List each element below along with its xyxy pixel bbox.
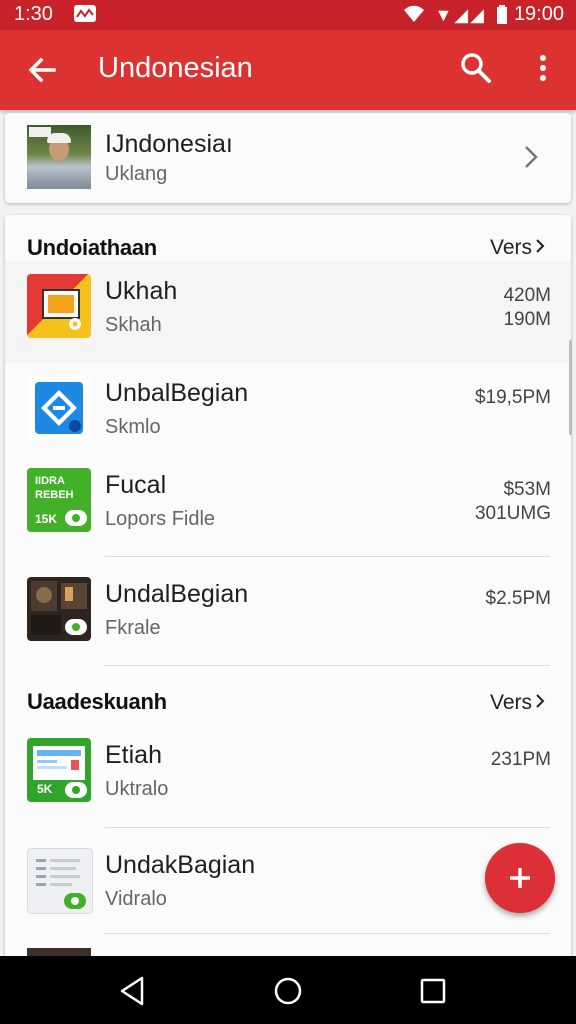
profile-card[interactable]: IJndonesiaı Uklang	[5, 113, 571, 203]
list-item[interactable]: Ukhah Skhah 420M 190M	[5, 261, 571, 363]
search-icon[interactable]	[458, 50, 494, 86]
wifi-icon	[404, 5, 424, 23]
icon-badge: 5K	[37, 782, 53, 796]
nav-recents-icon[interactable]	[416, 974, 450, 1008]
divider	[105, 556, 550, 557]
page-title: Undonesian	[98, 52, 253, 84]
item-subtitle: Fkrale	[105, 617, 161, 639]
item-title: Ukhah	[105, 277, 178, 305]
section-link-label: Vers	[490, 691, 533, 714]
dark-photo-icon	[27, 577, 91, 641]
chevron-right-icon	[536, 239, 545, 253]
app-bar: Undonesian	[0, 30, 576, 110]
section-see-all-link[interactable]: Vers	[490, 691, 545, 715]
nav-back-icon[interactable]	[116, 974, 150, 1008]
list-item[interactable]: IIDRA REBEH 15K Fucal Lopors Fidle $53M …	[5, 455, 571, 557]
item-title: Fucal	[105, 471, 167, 499]
item-title: Etiah	[105, 741, 162, 769]
green-stream-icon: IIDRA REBEH 15K	[27, 468, 91, 532]
divider	[105, 933, 550, 934]
item-title: UndalBegian	[105, 580, 249, 608]
item-subtitle: Skmlo	[105, 416, 161, 438]
scrollbar[interactable]	[569, 340, 572, 435]
green-monitor-icon: 5K	[27, 738, 91, 802]
chevron-right-icon	[536, 694, 545, 708]
list-item[interactable]: UnbalBegian Skmlo $19,5PM	[5, 363, 571, 465]
section-title: Undoiathaan	[27, 235, 157, 260]
item-price: 231PM	[490, 749, 551, 770]
item-subtitle: Lopors Fidle	[105, 508, 216, 530]
monitor-icon	[74, 5, 96, 22]
list-item[interactable]: UndalBegian Fkrale $2.5PM	[5, 564, 571, 666]
divider	[105, 665, 550, 666]
system-nav-bar	[0, 956, 576, 1024]
item-price: 420M	[503, 285, 551, 306]
section-title: Uaadeskuanh	[27, 689, 167, 714]
item-title: UndakBagian	[105, 851, 256, 879]
section-see-all-link[interactable]: Vers	[490, 236, 545, 260]
divider	[105, 827, 550, 828]
back-arrow-icon[interactable]	[22, 50, 62, 90]
profile-name: IJndonesiaı	[105, 130, 233, 158]
section-link-label: Vers	[490, 236, 533, 259]
status-time-right: 19:00	[513, 3, 564, 25]
item-price: $2.5PM	[485, 588, 551, 609]
signal-icon: ▼◢◢	[434, 5, 486, 25]
plus-icon	[510, 868, 530, 888]
item-subtitle: Skhah	[105, 314, 162, 336]
status-time-left: 1:30	[14, 3, 53, 25]
nav-home-icon[interactable]	[271, 974, 305, 1008]
blue-shield-icon	[27, 376, 91, 440]
list-item[interactable]: 5K Etiah Uktralo 231PM	[5, 725, 571, 827]
add-fab-button[interactable]	[485, 843, 555, 913]
content-list: Undoiathaan Vers Ukhah Skhah 420M 190M U…	[5, 215, 571, 975]
item-subtitle: Uktralo	[105, 778, 169, 800]
profile-photo	[27, 125, 91, 189]
chevron-right-icon	[525, 146, 538, 168]
item-price: $53M	[503, 479, 551, 500]
item-price: $19,5PM	[474, 387, 551, 408]
cap-shape	[47, 133, 71, 143]
status-bar: 1:30 ▼◢◢ 19:00	[0, 0, 576, 30]
profile-subtitle: Uklang	[105, 163, 168, 185]
item-title: UnbalBegian	[105, 379, 249, 407]
item-price-secondary: 301UMG	[474, 503, 551, 524]
doc-list-icon	[27, 848, 93, 914]
item-subtitle: Vidralo	[105, 888, 167, 910]
photo-app-icon	[27, 274, 91, 338]
item-price-secondary: 190M	[503, 309, 551, 330]
battery-icon	[497, 5, 507, 24]
more-vert-icon[interactable]	[528, 50, 558, 86]
